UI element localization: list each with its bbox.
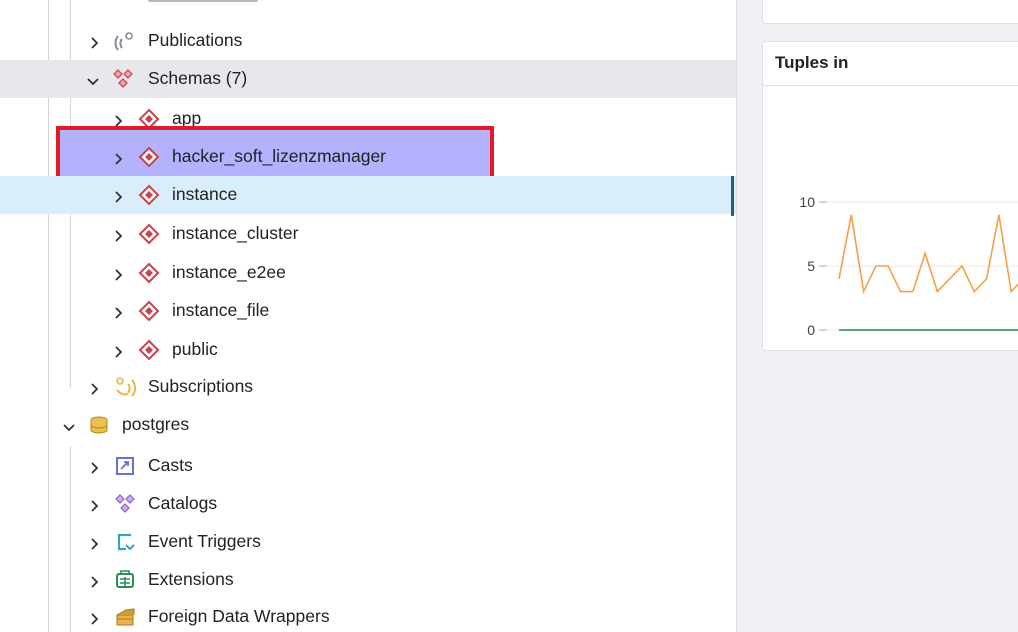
tree-item-label: hacker_soft_lizenzmanager	[172, 146, 387, 166]
y-tick-label: 10	[799, 194, 815, 210]
database-icon	[90, 416, 108, 434]
chevron-right-icon[interactable]	[112, 302, 126, 320]
event-triggers-icon	[117, 533, 135, 551]
chevron-down-icon[interactable]	[62, 416, 76, 434]
tree-item-label: Extensions	[148, 569, 234, 589]
chevron-right-icon[interactable]	[112, 341, 126, 359]
schema-icon	[138, 262, 160, 284]
chevron-right-icon[interactable]	[88, 608, 102, 626]
tree-item-label: Casts	[148, 455, 193, 475]
chevron-right-icon[interactable]	[88, 32, 102, 50]
tree-item-label: Schemas (7)	[148, 68, 248, 88]
tree-item-event-triggers[interactable]: Event Triggers	[0, 523, 736, 561]
schemas-icon	[113, 69, 133, 88]
tree-item-subscriptions[interactable]: Subscriptions	[0, 368, 736, 406]
schema-icon	[138, 146, 160, 168]
chevron-right-icon[interactable]	[88, 378, 102, 396]
tree-item-schemas[interactable]: Schemas (7)	[0, 60, 736, 98]
focus-indicator	[731, 176, 734, 216]
tree-item-label: Foreign Data Wrappers	[148, 606, 330, 626]
tree-item-cutoff[interactable]	[0, 0, 736, 22]
tree-item-instance-file[interactable]: instance_file	[0, 292, 736, 330]
series-line-orange	[838, 214, 1018, 295]
extensions-icon	[116, 570, 134, 588]
tuples-in-card: Tuples in 10 5 0	[762, 41, 1018, 351]
tree-item-instance-cluster[interactable]: instance_cluster	[0, 215, 736, 253]
chevron-right-icon[interactable]	[88, 571, 102, 589]
object-explorer-tree: Publications Schemas (7) app hacker_soft…	[0, 0, 736, 632]
dashboard-card-previous	[762, 0, 1018, 24]
casts-icon	[116, 457, 134, 475]
tree-item-catalogs[interactable]: Catalogs	[0, 485, 736, 523]
dashboard-panel: Tuples in 10 5 0	[742, 0, 1018, 632]
chevron-right-icon[interactable]	[88, 457, 102, 475]
catalogs-icon	[115, 494, 135, 513]
tuples-in-chart: 10 5 0	[799, 194, 1018, 338]
chevron-right-icon[interactable]	[112, 264, 126, 282]
tree-item-label: instance	[172, 184, 238, 204]
chevron-right-icon[interactable]	[88, 495, 102, 513]
tree-item-hacker-soft-lizenzmanager[interactable]: hacker_soft_lizenzmanager	[0, 138, 736, 176]
chevron-right-icon[interactable]	[88, 533, 102, 551]
tree-item-label: Subscriptions	[148, 376, 254, 396]
tree-item-label: Publications	[148, 30, 243, 50]
publications-icon	[114, 32, 133, 51]
tree-item-foreign-data-wrappers[interactable]: Foreign Data Wrappers	[0, 598, 736, 632]
tree-item-label: instance_cluster	[172, 223, 299, 243]
chevron-right-icon[interactable]	[112, 225, 126, 243]
tree-item-label: Catalogs	[148, 493, 218, 513]
tree-item-instance[interactable]: instance	[0, 176, 736, 214]
schema-icon	[138, 223, 160, 245]
tree-item-label: instance_e2ee	[172, 262, 286, 282]
schema-icon	[138, 339, 160, 361]
y-tick-label: 0	[807, 322, 815, 338]
tree-item-public[interactable]: public	[0, 331, 736, 369]
chevron-down-icon[interactable]	[86, 70, 100, 88]
y-tick-label: 5	[807, 258, 815, 274]
tree-item-label: instance_file	[172, 300, 270, 320]
tree-item-postgres[interactable]: postgres	[0, 406, 736, 444]
tree-item-publications[interactable]: Publications	[0, 22, 736, 60]
tree-item-label: public	[172, 339, 218, 359]
tree-item-label: Event Triggers	[148, 531, 261, 551]
chevron-right-icon[interactable]	[112, 148, 126, 166]
subscriptions-icon	[116, 377, 136, 397]
card-title: Tuples in	[763, 42, 1018, 86]
tree-item-extensions[interactable]: Extensions	[0, 561, 736, 599]
tree-item-instance-e2ee[interactable]: instance_e2ee	[0, 254, 736, 292]
foreign-data-wrappers-icon	[116, 608, 135, 626]
schema-icon	[138, 184, 160, 206]
schema-icon	[138, 300, 160, 322]
chevron-right-icon[interactable]	[112, 186, 126, 204]
tree-item-label: postgres	[122, 414, 190, 434]
tree-item-casts[interactable]: Casts	[0, 447, 736, 485]
